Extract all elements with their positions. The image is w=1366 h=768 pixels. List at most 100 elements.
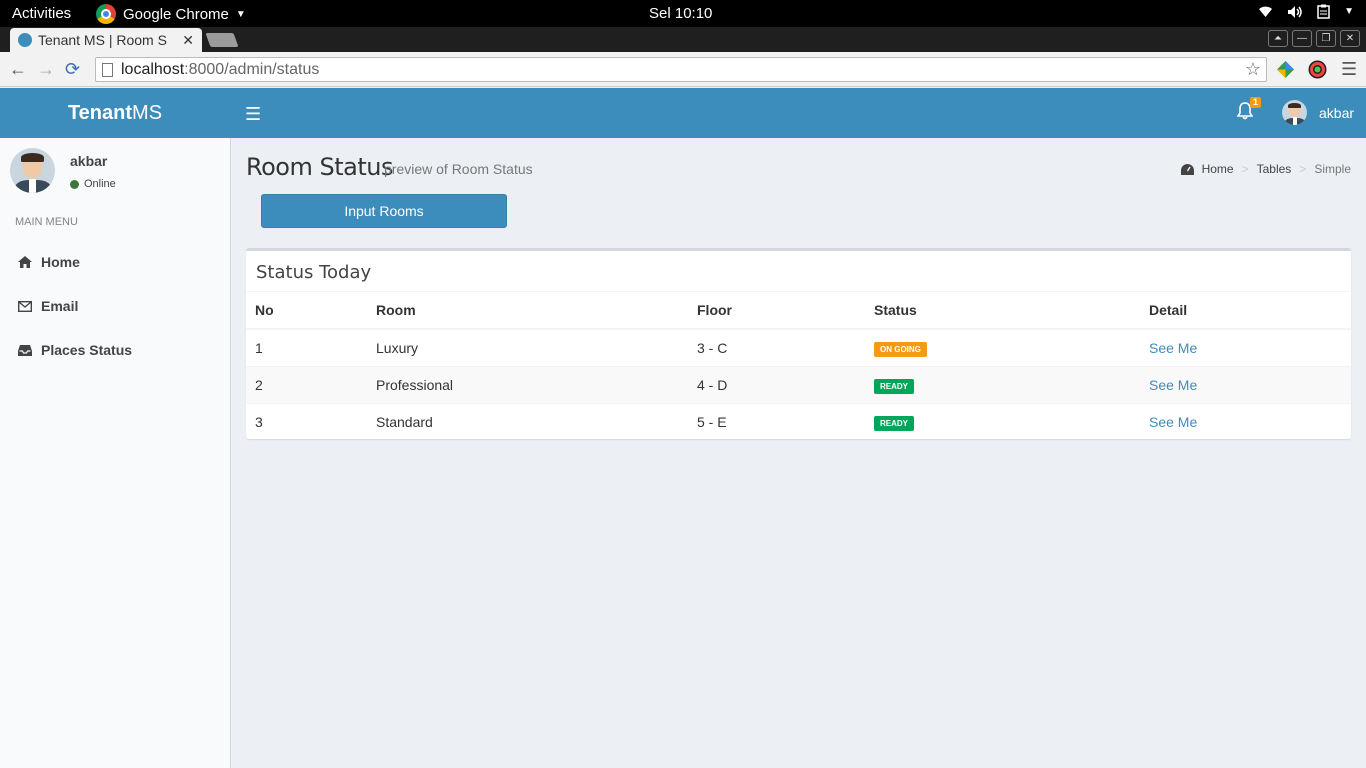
sidebar-item-places-status[interactable]: Places Status	[0, 328, 230, 372]
extension-icon[interactable]	[1276, 60, 1295, 79]
column-header-status: Status	[865, 292, 1140, 330]
cell-detail: See Me	[1140, 402, 1351, 440]
envelope-icon	[17, 300, 33, 312]
page-subtitle: preview of Room Status	[384, 161, 533, 177]
breadcrumb-tables[interactable]: Tables	[1257, 162, 1292, 176]
cell-room: Standard	[367, 402, 688, 440]
status-box: Status Today No Room Floor Status Detail…	[246, 248, 1351, 440]
avatar	[10, 148, 55, 193]
user-status-label: Online	[84, 178, 116, 190]
volume-icon	[1288, 5, 1302, 18]
see-me-link[interactable]: See Me	[1149, 377, 1197, 393]
input-rooms-button[interactable]: Input Rooms	[261, 194, 507, 228]
cell-detail: See Me	[1140, 365, 1351, 403]
cell-status: ON GOING	[865, 328, 1140, 366]
sidebar-item-email[interactable]: Email	[0, 284, 230, 328]
cell-floor: 4 - D	[688, 365, 865, 403]
favicon-icon	[18, 33, 32, 47]
logo-light: MS	[132, 102, 163, 124]
online-dot-icon	[70, 179, 79, 189]
status-badge: READY	[874, 378, 915, 394]
forward-arrow-icon[interactable]: →	[37, 59, 55, 80]
column-header-room: Room	[367, 292, 688, 330]
dashboard-icon	[1180, 163, 1194, 175]
table-header-row: No Room Floor Status Detail	[246, 292, 1351, 330]
sidebar: akbar Online MAIN MENU Home Email Places…	[0, 138, 231, 768]
caret-down-icon: ▼	[235, 8, 246, 20]
breadcrumb: Home > Tables > Simple	[1180, 162, 1351, 176]
breadcrumb-simple: Simple	[1314, 162, 1351, 176]
url-host: localhost	[121, 60, 185, 78]
notification-badge: 1	[1250, 97, 1262, 108]
menu-icon[interactable]: ☰	[1341, 59, 1357, 80]
user-panel	[10, 148, 55, 193]
system-tray[interactable]: ▼	[1258, 4, 1354, 19]
color-extension-icon[interactable]	[1308, 60, 1327, 79]
back-arrow-icon[interactable]: ←	[9, 59, 27, 80]
sidebar-item-home[interactable]: Home	[0, 240, 230, 284]
home-icon	[18, 256, 32, 268]
activities-button[interactable]: Activities	[12, 5, 71, 22]
new-tab-button[interactable]	[205, 33, 239, 47]
user-icon[interactable]: ⏶	[1268, 30, 1288, 47]
status-badge: ON GOING	[874, 341, 927, 357]
cell-floor: 3 - C	[688, 328, 865, 366]
column-header-floor: Floor	[688, 292, 865, 330]
table-row: 3 Standard 5 - E READY See Me	[246, 402, 1351, 440]
window-controls: ⏶ — ❐ ✕	[1268, 30, 1360, 47]
table-row: 1 Luxury 3 - C ON GOING See Me	[246, 328, 1351, 366]
sidebar-user-name: akbar	[70, 153, 108, 169]
sidebar-item-label: Email	[41, 298, 79, 314]
browser-tab[interactable]: Tenant MS | Room S ✕	[10, 28, 202, 52]
browser-toolbar: ← → ⟳ localhost:8000/admin/status ☆ ☰	[0, 52, 1366, 87]
restore-icon[interactable]: ❐	[1316, 30, 1336, 47]
wifi-icon	[1259, 6, 1273, 18]
cell-floor: 5 - E	[688, 402, 865, 440]
cell-status: READY	[865, 402, 1140, 440]
cell-room: Professional	[367, 365, 688, 403]
status-table: No Room Floor Status Detail 1 Luxury 3 -…	[246, 292, 1351, 440]
tab-title: Tenant MS | Room S	[38, 32, 167, 48]
clock[interactable]: Sel 10:10	[649, 5, 712, 22]
breadcrumb-separator: >	[1299, 162, 1307, 176]
os-top-bar: Activities Google Chrome ▼ Sel 10:10 ▼	[0, 0, 1366, 27]
avatar	[1282, 100, 1307, 125]
caret-down-icon: ▼	[1344, 6, 1354, 17]
table-row: 2 Professional 4 - D READY See Me	[246, 365, 1351, 403]
user-status[interactable]: Online	[70, 178, 116, 190]
close-icon[interactable]: ✕	[182, 32, 194, 49]
app-menu[interactable]: Google Chrome ▼	[96, 4, 246, 24]
reload-icon[interactable]: ⟳	[65, 59, 80, 80]
status-badge: READY	[874, 415, 915, 431]
sidebar-item-label: Places Status	[41, 342, 133, 358]
cell-no: 1	[246, 328, 367, 366]
inbox-icon	[18, 344, 32, 356]
see-me-link[interactable]: See Me	[1149, 340, 1197, 356]
column-header-detail: Detail	[1140, 292, 1351, 330]
close-icon[interactable]: ✕	[1340, 30, 1360, 47]
clipboard-icon	[1317, 4, 1330, 19]
app-logo[interactable]: TenantMS	[0, 88, 230, 138]
logo-bold: Tenant	[67, 102, 133, 124]
cell-no: 3	[246, 402, 367, 440]
cell-no: 2	[246, 365, 367, 403]
sidebar-item-label: Home	[41, 254, 80, 270]
header-user-name: akbar	[1319, 104, 1355, 121]
chrome-logo-icon	[96, 4, 116, 24]
bookmark-star-icon[interactable]: ☆	[1245, 59, 1261, 80]
column-header-no: No	[246, 292, 367, 330]
minimize-icon[interactable]: —	[1292, 30, 1312, 47]
header-user-menu[interactable]: akbar	[1282, 100, 1354, 125]
cell-status: READY	[865, 365, 1140, 403]
sidebar-toggle-icon[interactable]: ☰	[245, 104, 261, 125]
page-title: Room Status	[246, 153, 393, 181]
app-menu-label: Google Chrome	[123, 5, 229, 23]
breadcrumb-separator: >	[1241, 162, 1249, 176]
url-path: :8000/admin/status	[184, 60, 320, 78]
see-me-link[interactable]: See Me	[1149, 414, 1197, 430]
cell-room: Luxury	[367, 328, 688, 366]
breadcrumb-home[interactable]: Home	[1202, 162, 1234, 176]
tab-strip: Tenant MS | Room S ✕ ⏶ — ❐ ✕	[0, 27, 1366, 52]
address-bar[interactable]: localhost:8000/admin/status ☆	[95, 57, 1267, 82]
menu-header: MAIN MENU	[15, 216, 78, 228]
